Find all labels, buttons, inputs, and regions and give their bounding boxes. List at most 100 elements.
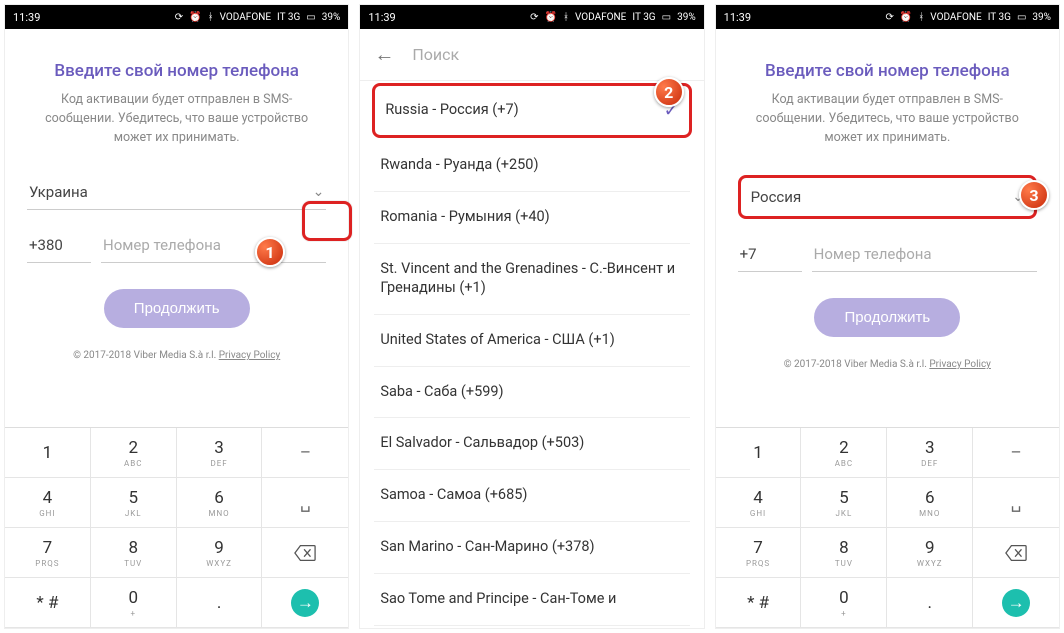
country-code-input[interactable]: +380 bbox=[27, 228, 91, 263]
sync-icon: ⟳ bbox=[175, 12, 183, 23]
keypad-key-8[interactable]: 7PRQS bbox=[716, 528, 802, 578]
privacy-policy-link[interactable]: Privacy Policy bbox=[929, 359, 991, 370]
alarm-icon: ⏰ bbox=[189, 12, 201, 23]
status-carrier: VODAFONE bbox=[930, 12, 981, 23]
keypad-key-9[interactable]: 8TUV bbox=[801, 528, 887, 578]
country-list[interactable]: Russia - Россия (+7)✓Rwanda - Руанда (+2… bbox=[360, 81, 703, 628]
bluetooth-icon: ᚼ bbox=[208, 12, 214, 23]
country-item-label: San Marino - Сан-Марино (+378) bbox=[380, 538, 683, 557]
country-list-item[interactable]: Saba - Саба (+599) bbox=[374, 367, 689, 419]
country-code-input[interactable]: +7 bbox=[738, 237, 802, 272]
status-network: IT 3G bbox=[632, 12, 655, 23]
country-list-item[interactable]: Sao Tome and Principe - Сан-Томе и bbox=[374, 574, 689, 626]
status-icons: ⟳ ⏰ ᚼ VODAFONE IT 3G ▭ 39% bbox=[175, 12, 341, 23]
keypad-key-1[interactable]: 2ABC bbox=[801, 428, 887, 478]
battery-icon: ▭ bbox=[306, 12, 315, 23]
chevron-down-icon: ⌄ bbox=[1012, 189, 1024, 205]
country-list-item[interactable]: El Salvador - Сальвадор (+503) bbox=[374, 418, 689, 470]
footer: © 2017-2018 Viber Media S.à r.l. Privacy… bbox=[738, 359, 1037, 370]
keypad-key-11[interactable] bbox=[262, 528, 348, 578]
keypad-key-15[interactable]: → bbox=[973, 578, 1059, 628]
keypad-key-11[interactable] bbox=[973, 528, 1059, 578]
back-arrow-icon[interactable]: ← bbox=[374, 42, 394, 67]
phone-input-row: +7 Номер телефона bbox=[738, 237, 1037, 272]
keypad-key-3[interactable]: – bbox=[973, 428, 1059, 478]
status-icons: ⟳ ⏰ ᚼ VODAFONE IT 3G ▭ 39% bbox=[885, 12, 1051, 23]
keypad-key-5[interactable]: 5JKL bbox=[801, 478, 887, 528]
keypad-key-12[interactable]: * # bbox=[716, 578, 802, 628]
status-bar: 11:39 ⟳ ⏰ ᚼ VODAFONE IT 3G ▭ 39% bbox=[360, 5, 703, 29]
copyright-text: © 2017-2018 Viber Media S.à r.l. bbox=[73, 350, 216, 361]
country-item-label: Saba - Саба (+599) bbox=[380, 383, 683, 402]
page-title: Введите свой номер телефона bbox=[738, 61, 1037, 81]
keypad-key-7[interactable]: ␣ bbox=[973, 478, 1059, 528]
status-battery: 39% bbox=[322, 12, 341, 23]
keypad-key-6[interactable]: 6MNO bbox=[887, 478, 973, 528]
country-list-item[interactable]: Romania - Румыния (+40) bbox=[374, 192, 689, 244]
content-area: Введите свой номер телефона Код активаци… bbox=[5, 29, 348, 427]
alarm-icon: ⏰ bbox=[900, 12, 912, 23]
keypad-key-15[interactable]: → bbox=[262, 578, 348, 628]
keypad-key-4[interactable]: 4GHI bbox=[5, 478, 91, 528]
numeric-keypad: 12ABC3DEF– 4GHI5JKL6MNO␣ 7PRQS8TUV9WXYZ * #… bbox=[716, 427, 1059, 628]
keypad-key-14[interactable]: . bbox=[887, 578, 973, 628]
keypad-key-12[interactable]: * # bbox=[5, 578, 91, 628]
country-list-item[interactable]: Rwanda - Руанда (+250) bbox=[374, 140, 689, 192]
keypad-key-0[interactable]: 1 bbox=[716, 428, 802, 478]
bluetooth-icon: ᚼ bbox=[918, 12, 924, 23]
country-list-item[interactable]: Russia - Россия (+7)✓ bbox=[372, 83, 691, 138]
keypad-key-1[interactable]: 2ABC bbox=[91, 428, 177, 478]
keypad-key-2[interactable]: 3DEF bbox=[177, 428, 263, 478]
status-carrier: VODAFONE bbox=[575, 12, 626, 23]
status-time: 11:39 bbox=[724, 11, 751, 24]
status-time: 11:39 bbox=[368, 11, 395, 24]
phone-number-input[interactable]: Номер телефона bbox=[812, 237, 1037, 272]
keypad-key-10[interactable]: 9WXYZ bbox=[177, 528, 263, 578]
sync-icon: ⟳ bbox=[530, 12, 538, 23]
country-selector[interactable]: Россия ⌄ bbox=[738, 175, 1037, 219]
country-name: Украина bbox=[29, 183, 313, 201]
keypad-key-8[interactable]: 7PRQS bbox=[5, 528, 91, 578]
status-bar: 11:39 ⟳ ⏰ ᚼ VODAFONE IT 3G ▭ 39% bbox=[5, 5, 348, 29]
privacy-policy-link[interactable]: Privacy Policy bbox=[219, 350, 281, 361]
keypad-key-5[interactable]: 5JKL bbox=[91, 478, 177, 528]
keypad-key-13[interactable]: 0+ bbox=[801, 578, 887, 628]
content-area: Введите свой номер телефона Код активаци… bbox=[716, 29, 1059, 427]
country-item-label: Romania - Румыния (+40) bbox=[380, 208, 683, 227]
keypad-key-10[interactable]: 9WXYZ bbox=[887, 528, 973, 578]
bluetooth-icon: ᚼ bbox=[563, 12, 569, 23]
keypad-key-9[interactable]: 8TUV bbox=[91, 528, 177, 578]
phone-screen-1: 11:39 ⟳ ⏰ ᚼ VODAFONE IT 3G ▭ 39% Введите… bbox=[4, 4, 349, 629]
keypad-key-2[interactable]: 3DEF bbox=[887, 428, 973, 478]
country-list-item[interactable]: Samoa - Самоа (+685) bbox=[374, 470, 689, 522]
keypad-key-7[interactable]: ␣ bbox=[262, 478, 348, 528]
status-bar: 11:39 ⟳ ⏰ ᚼ VODAFONE IT 3G ▭ 39% bbox=[716, 5, 1059, 29]
chevron-down-icon: ⌄ bbox=[313, 184, 325, 200]
phone-screen-3: 11:39 ⟳ ⏰ ᚼ VODAFONE IT 3G ▭ 39% Введите… bbox=[715, 4, 1060, 629]
check-icon: ✓ bbox=[664, 99, 679, 122]
status-icons: ⟳ ⏰ ᚼ VODAFONE IT 3G ▭ 39% bbox=[530, 12, 696, 23]
keypad-key-13[interactable]: 0+ bbox=[91, 578, 177, 628]
continue-button[interactable]: Продолжить bbox=[814, 298, 960, 337]
status-network: IT 3G bbox=[277, 12, 300, 23]
keypad-key-0[interactable]: 1 bbox=[5, 428, 91, 478]
keypad-key-4[interactable]: 4GHI bbox=[716, 478, 802, 528]
battery-icon: ▭ bbox=[662, 12, 671, 23]
keypad-key-6[interactable]: 6MNO bbox=[177, 478, 263, 528]
country-item-label: Samoa - Самоа (+685) bbox=[380, 486, 683, 505]
continue-button[interactable]: Продолжить bbox=[104, 289, 250, 328]
status-network: IT 3G bbox=[988, 12, 1011, 23]
keypad-key-14[interactable]: . bbox=[177, 578, 263, 628]
country-item-label: Russia - Россия (+7) bbox=[385, 101, 663, 120]
page-subtitle: Код активации будет отправлен в SMS-сооб… bbox=[27, 91, 326, 147]
country-list-item[interactable]: St. Vincent and the Grenadines - С.-Винс… bbox=[374, 244, 689, 315]
country-selector[interactable]: Украина ⌄ bbox=[27, 175, 326, 210]
status-battery: 39% bbox=[677, 12, 696, 23]
country-list-item[interactable]: San Marino - Сан-Марино (+378) bbox=[374, 522, 689, 574]
country-list-item[interactable]: United States of America - США (+1) bbox=[374, 315, 689, 367]
alarm-icon: ⏰ bbox=[545, 12, 557, 23]
keypad-key-3[interactable]: – bbox=[262, 428, 348, 478]
phone-number-input[interactable]: Номер телефона bbox=[101, 228, 326, 263]
search-input[interactable]: Поиск bbox=[412, 45, 459, 64]
country-item-label: St. Vincent and the Grenadines - С.-Винс… bbox=[380, 260, 683, 298]
